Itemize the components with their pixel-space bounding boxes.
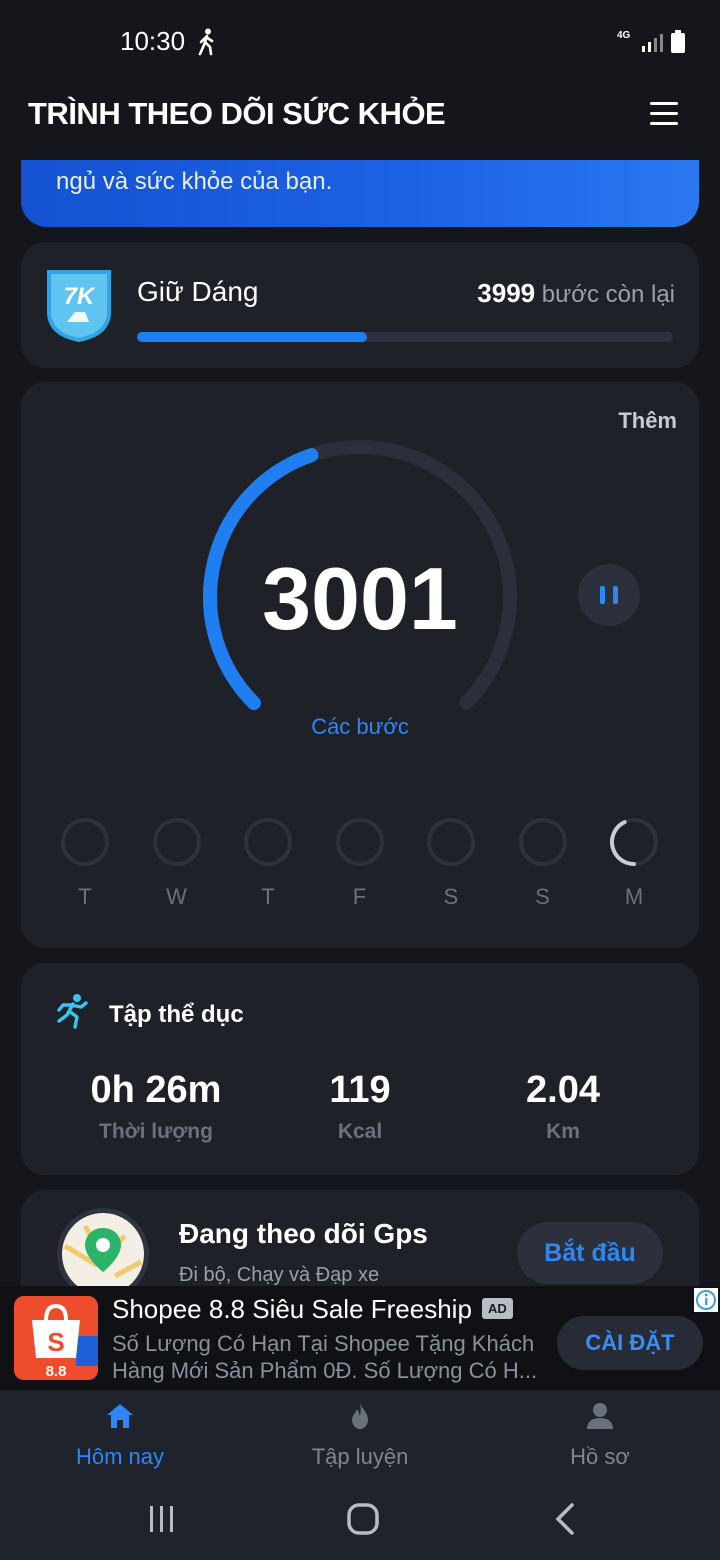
running-icon [57, 994, 88, 1029]
ad-description: Số Lượng Có Hạn Tại Shopee Tặng Khách Hà… [112, 1331, 538, 1383]
stat-label: Thời lượng [99, 1120, 213, 1143]
weekday-label: M [624, 884, 644, 909]
weekday-label: F [352, 884, 367, 909]
signal-icon [642, 34, 663, 52]
weekday-item: T [238, 816, 298, 910]
goal-card[interactable]: 7K Giữ Dáng 3999 bước còn lại [21, 242, 699, 368]
goal-remaining-label: bước còn lại [541, 281, 675, 308]
goal-remaining: 3999 bước còn lại [477, 278, 675, 309]
weekday-progress-circle [335, 818, 384, 866]
nav-label: Tập luyện [311, 1444, 409, 1469]
walking-icon [198, 28, 214, 56]
weekday-item: S [513, 816, 573, 910]
weekday-item: S [421, 816, 481, 910]
stat-kcal: 119 Kcal [260, 1069, 460, 1144]
info-banner[interactable]: ngủ và sức khỏe của bạn. [21, 160, 699, 227]
bottom-nav: Hôm nay Tập luyện Hồ sơ [0, 1390, 720, 1490]
step-label: Các bước [311, 714, 409, 739]
exercise-title: Tập thể dục [109, 1001, 244, 1028]
weekday-label: T [78, 884, 92, 909]
more-link[interactable]: Thêm [618, 408, 677, 434]
status-time: 10:30 [120, 26, 186, 56]
ad-tag: AD [482, 1298, 513, 1319]
map-pin-icon [57, 1208, 149, 1286]
battery-icon [671, 30, 685, 53]
goal-remaining-value: 3999 [477, 278, 536, 308]
stat-value: 0h 26m [90, 1069, 222, 1111]
recent-apps-icon[interactable] [146, 1504, 178, 1534]
gps-title: Đang theo dõi Gps [179, 1218, 428, 1249]
stat-label: Kcal [337, 1120, 383, 1143]
weekday-item: F [330, 816, 390, 910]
weekday-progress-arc [610, 820, 636, 866]
goal-progress-fill [137, 332, 368, 342]
weekday-label: T [261, 884, 275, 909]
weekday-progress-circle [152, 818, 201, 866]
goal-badge-text: 7K [64, 283, 96, 310]
gps-subtitle: Đi bộ, Chạy và Đạp xe [179, 1264, 380, 1286]
weekday-label: S [535, 884, 550, 909]
weekday-progress-circle [61, 818, 109, 866]
ad-banner[interactable]: S 8.8 Shopee 8.8 Siêu Sale Freeship AD S… [0, 1286, 720, 1390]
steps-card: Thêm 3001 Các bước TWTFSSM [21, 382, 699, 948]
exercise-card[interactable]: Tập thể dục 0h 26m Thời lượng 119 Kcal 2… [21, 963, 699, 1175]
ad-logo-letter: S [47, 1327, 64, 1357]
nav-label: Hồ sơ [570, 1444, 630, 1469]
goal-badge-icon: 7K [47, 270, 111, 342]
back-icon[interactable] [552, 1502, 578, 1536]
stat-km: 2.04 Km [463, 1069, 663, 1144]
stat-duration: 0h 26m Thời lượng [56, 1069, 256, 1144]
ad-install-button[interactable]: CÀI ĐẶT [557, 1316, 703, 1370]
ad-title: Shopee 8.8 Siêu Sale Freeship [112, 1294, 472, 1324]
weekday-progress-circle [610, 818, 658, 866]
profile-icon [587, 1403, 613, 1429]
weekday-progress-circle [518, 818, 567, 866]
weekday-label: S [443, 884, 459, 909]
weekday-progress-circle [244, 818, 292, 866]
ad-info-icon[interactable] [694, 1288, 718, 1312]
weekday-item: M [604, 816, 664, 910]
shopee-logo-icon: S 8.8 [14, 1296, 98, 1380]
weekday-item: T [55, 816, 115, 910]
home-button-icon[interactable] [346, 1502, 380, 1536]
nav-today[interactable]: Hôm nay [0, 1402, 240, 1470]
pause-button[interactable] [578, 564, 640, 626]
ad-logo-text: 8.8 [46, 1363, 67, 1380]
weekday-item: W [147, 816, 207, 910]
menu-icon[interactable] [650, 102, 678, 126]
weekday-progress-circle [427, 818, 475, 866]
banner-text: ngủ và sức khỏe của bạn. [56, 168, 333, 195]
flame-icon [352, 1403, 368, 1429]
system-nav [0, 1490, 720, 1560]
stat-value: 119 [329, 1069, 391, 1111]
nav-label: Hôm nay [75, 1444, 165, 1469]
weekday-label: W [166, 884, 187, 909]
home-icon [107, 1404, 133, 1428]
goal-progress-track [137, 332, 673, 342]
goal-title: Giữ Dáng [137, 276, 259, 307]
app-title: TRÌNH THEO DÕI SỨC KHỎE [28, 96, 446, 131]
gps-card: Đang theo dõi Gps Đi bộ, Chạy và Đạp xe … [21, 1190, 699, 1286]
network-indicator: 4G [617, 30, 631, 41]
stat-value: 2.04 [526, 1069, 600, 1111]
stat-label: Km [546, 1120, 580, 1143]
nav-workout[interactable]: Tập luyện [240, 1402, 480, 1470]
gps-start-button[interactable]: Bắt đầu [517, 1222, 663, 1284]
nav-profile[interactable]: Hồ sơ [480, 1402, 720, 1470]
